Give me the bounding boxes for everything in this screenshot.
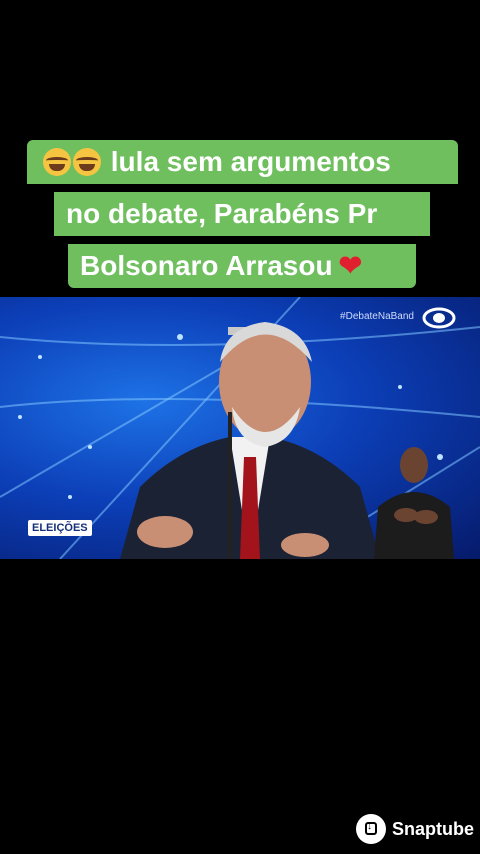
debate-hashtag: #DebateNaBand: [340, 311, 414, 322]
caption-line-3: Bolsonaro Arrasou ❤: [68, 244, 416, 288]
red-heart-icon: ❤: [338, 250, 363, 281]
face-with-tears-of-joy-icon: [73, 148, 101, 176]
speaker-figure: [120, 322, 380, 559]
face-with-tears-of-joy-icon: [43, 148, 71, 176]
band-logo-icon: [422, 307, 456, 329]
caption-line-2: no debate, Parabéns Pr: [54, 192, 430, 236]
snaptube-watermark[interactable]: Snaptube: [355, 814, 474, 844]
caption-text-1: lula sem argumentos: [110, 146, 391, 177]
caption-text-2: no debate, Parabéns Pr: [66, 198, 378, 229]
video-frame[interactable]: #DebateNaBand ELEIÇÕES: [0, 297, 480, 559]
snaptube-label: Snaptube: [391, 818, 474, 839]
sign-language-interpreter: [374, 447, 454, 559]
caption-text-3: Bolsonaro Arrasou: [80, 250, 333, 281]
snaptube-download-icon: [355, 814, 386, 844]
caption-line-1: lula sem argumentos: [27, 140, 458, 184]
elections-label: ELEIÇÕES: [28, 520, 92, 536]
